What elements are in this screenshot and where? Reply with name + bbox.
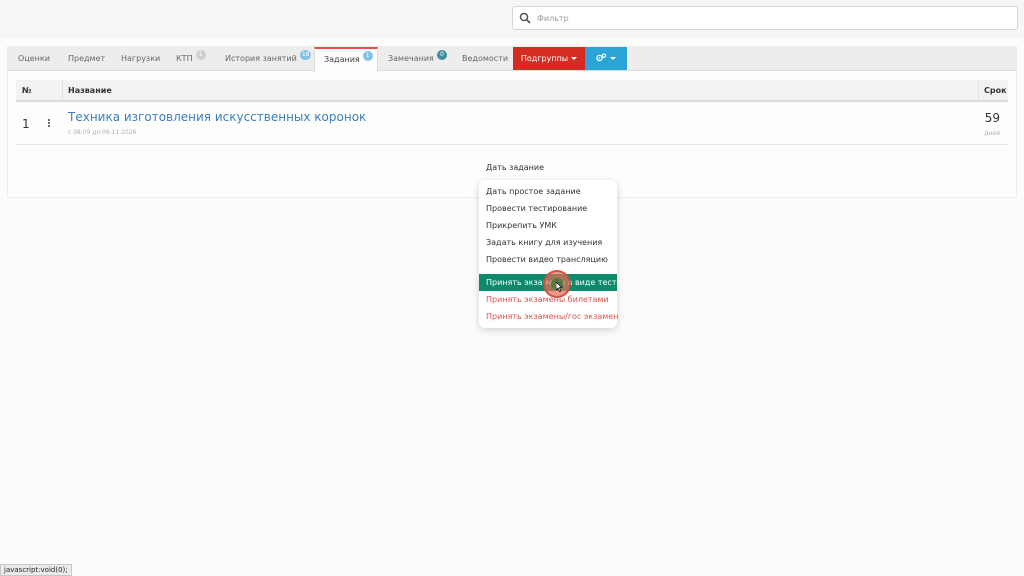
menu-item-book-study[interactable]: Задать книгу для изучения — [479, 234, 617, 251]
menu-item-attach-umk[interactable]: Прикрепить УМК — [479, 217, 617, 234]
settings-dropdown-button[interactable] — [585, 47, 627, 70]
remarks-count-badge: 0 — [436, 50, 447, 60]
filter-box[interactable] — [512, 6, 1018, 30]
journal-panel: Оценки Предмет Нагрузки КТП 1 История зан… — [7, 46, 1017, 198]
menu-item-simple-task[interactable]: Дать простое задание — [479, 183, 617, 200]
tab-bar: Оценки Предмет Нагрузки КТП 1 История зан… — [8, 47, 1016, 72]
table-header: № Название Срок — [16, 80, 1008, 102]
assignment-dropdown-menu: Дать простое задание Провести тестирован… — [479, 180, 626, 328]
subgroups-button[interactable]: Подгруппы — [513, 47, 585, 70]
table-row: 1 Техника изготовления искусственных кор… — [16, 102, 1008, 145]
menu-item-video-broadcast[interactable]: Провести видео трансляцию — [479, 251, 617, 268]
assignment-title-link[interactable]: Техника изготовления искусственных корон… — [68, 110, 366, 124]
tab-assignments[interactable]: Задания 1 — [314, 47, 378, 72]
menu-item-testing[interactable]: Провести тестирование — [479, 200, 617, 217]
days-remaining: 59 — [984, 111, 1000, 125]
assignments-count-badge: 1 — [362, 51, 373, 61]
row-number: 1 — [22, 117, 30, 131]
tab-subject[interactable]: Предмет — [68, 47, 105, 71]
give-assignment-toggle[interactable]: Дать задание — [486, 163, 544, 172]
assignment-dates: с 08.09 до 06.11.2026 — [68, 129, 137, 136]
caret-down-icon — [571, 57, 578, 60]
filter-input[interactable] — [537, 9, 1007, 27]
mouse-pointer-icon — [556, 282, 563, 292]
col-number: № — [22, 86, 32, 95]
menu-item-state-exam[interactable]: Принять экзамены/гос экзамен — [479, 308, 618, 325]
tab-statements[interactable]: Ведомости — [462, 47, 508, 71]
tab-ktp[interactable]: КТП 1 — [176, 47, 206, 71]
col-name: Название — [68, 86, 112, 95]
days-label: дней — [984, 130, 1000, 137]
history-count-badge: 18 — [299, 50, 312, 60]
status-bar-url: javascript:void(0); — [0, 564, 72, 576]
tab-grades[interactable]: Оценки — [18, 47, 50, 71]
tab-loads[interactable]: Нагрузки — [121, 47, 160, 71]
kebab-menu-icon[interactable] — [48, 119, 52, 129]
caret-down-icon — [610, 57, 616, 60]
ktp-count-badge: 1 — [195, 50, 206, 60]
search-icon — [519, 12, 531, 24]
top-bar — [0, 0, 1024, 38]
gears-icon — [596, 53, 607, 62]
col-term: Срок — [984, 86, 1007, 95]
tab-remarks[interactable]: Замечания 0 — [388, 47, 447, 71]
tab-lesson-history[interactable]: История занятий 18 — [225, 47, 312, 71]
